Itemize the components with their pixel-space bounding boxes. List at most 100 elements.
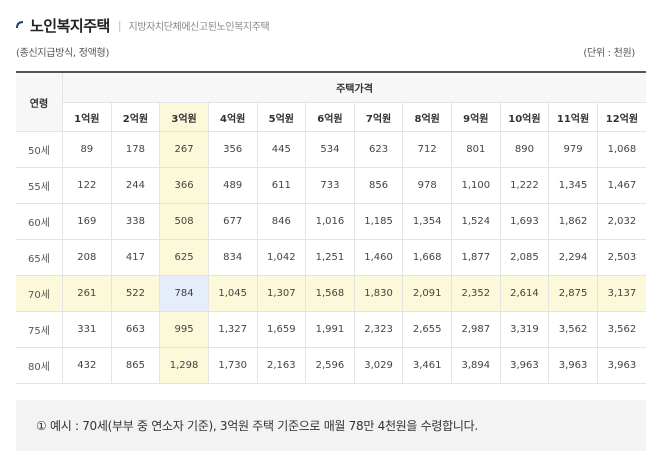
value-cell: 3,319: [499, 311, 550, 348]
value-cell: 1,460: [353, 239, 404, 276]
value-cell: 534: [305, 131, 355, 168]
value-cell: 663: [110, 311, 161, 348]
price-header: 1억원: [62, 102, 112, 132]
value-cell: 1,251: [305, 239, 355, 276]
value-cell: 1,068: [596, 131, 646, 168]
breadcrumb: 지방자치단체에신고된노인복지주택: [128, 21, 270, 33]
age-cell: 65세: [16, 239, 63, 276]
value-cell: 856: [353, 167, 404, 204]
value-cell: 1,830: [353, 275, 404, 312]
age-column-header: 연령: [16, 71, 63, 132]
value-cell: 267: [159, 131, 209, 168]
value-cell: 890: [499, 131, 550, 168]
price-header: 6억원: [305, 102, 355, 132]
value-cell: 3,963: [499, 347, 550, 384]
value-cell: 3,963: [596, 347, 646, 384]
table-row: 50세 89 178 267 356 445 534 623 712 801 890 979 1,068: [16, 131, 646, 168]
value-cell: 2,503: [596, 239, 646, 276]
value-cell: 1,467: [596, 167, 646, 204]
value-cell: 625: [159, 239, 209, 276]
value-cell: 122: [62, 167, 112, 204]
value-cell: 3,562: [548, 311, 598, 348]
value-cell: 2,091: [402, 275, 452, 312]
age-cell: 70세: [16, 275, 63, 312]
value-cell: 995: [159, 311, 209, 348]
value-cell: 712: [402, 131, 452, 168]
value-cell: 445: [256, 131, 307, 168]
value-cell: 2,655: [402, 311, 452, 348]
age-cell: 55세: [16, 167, 63, 204]
age-cell: 80세: [16, 347, 63, 384]
value-cell: 834: [207, 239, 258, 276]
payment-type-label: (종신지급방식, 정액형): [16, 48, 110, 59]
table-row: 75세 331 663 995 1,327 1,659 1,991 2,323 2,655 2,9…: [16, 311, 646, 348]
pension-table: 연령 주택가격 1억원 2억원 3억원 4억원 5억원 6억원 7억원 8억원 9억원 10억원 1…: [16, 71, 646, 384]
price-header: 5억원: [256, 102, 307, 132]
value-cell: 623: [353, 131, 404, 168]
value-cell: 2,352: [451, 275, 501, 312]
table-body: 50세 89 178 267 356 445 534 623 712 801 890 979 1,068…: [16, 131, 646, 384]
value-cell: 1,298: [159, 347, 209, 384]
price-header: 12억원: [596, 102, 646, 132]
value-cell: 2,323: [353, 311, 404, 348]
age-cell: 50세: [16, 131, 63, 168]
house-price-group-header: 주택가격: [62, 71, 646, 103]
price-header: 3억원: [159, 102, 209, 132]
value-cell: 2,163: [256, 347, 307, 384]
value-cell: 508: [159, 203, 209, 240]
value-cell: 1,042: [256, 239, 307, 276]
value-cell: 2,294: [548, 239, 598, 276]
value-cell: 1,730: [207, 347, 258, 384]
table-row: 60세 169 338 508 677 846 1,016 1,185 1,354 1,524 1,…: [16, 203, 646, 240]
value-cell: 1,185: [353, 203, 404, 240]
value-cell: 3,562: [596, 311, 646, 348]
value-cell: 1,045: [207, 275, 258, 312]
value-cell: 244: [110, 167, 161, 204]
value-cell: 2,614: [499, 275, 550, 312]
page-title: 노인복지주택: [30, 16, 110, 35]
value-cell: 178: [110, 131, 161, 168]
example-note-box: ① 예시 : 70세(부부 중 연소자 기준), 3억원 주택 기준으로 매월 …: [16, 400, 646, 451]
value-cell: 2,875: [548, 275, 598, 312]
value-cell: 979: [548, 131, 598, 168]
value-cell: 356: [207, 131, 258, 168]
value-cell: 1,524: [451, 203, 501, 240]
value-cell: 1,668: [402, 239, 452, 276]
value-cell: 432: [62, 347, 112, 384]
value-cell: 1,307: [256, 275, 307, 312]
value-cell: 3,894: [451, 347, 501, 384]
value-cell: 784: [159, 275, 209, 312]
example-note-text: ① 예시 : 70세(부부 중 연소자 기준), 3억원 주택 기준으로 매월 …: [36, 419, 478, 433]
value-cell: 1,354: [402, 203, 452, 240]
unit-label: (단위 : 천원): [583, 48, 635, 59]
value-cell: 489: [207, 167, 258, 204]
value-cell: 3,461: [402, 347, 452, 384]
table-row: 80세 432 865 1,298 1,730 2,163 2,596 3,029 3,461 3…: [16, 347, 646, 384]
price-header: 11억원: [548, 102, 598, 132]
value-cell: 846: [256, 203, 307, 240]
value-cell: 2,596: [305, 347, 355, 384]
value-cell: 366: [159, 167, 209, 204]
value-cell: 208: [62, 239, 112, 276]
value-cell: 1,568: [305, 275, 355, 312]
value-cell: 338: [110, 203, 161, 240]
price-header-row: 1억원 2억원 3억원 4억원 5억원 6억원 7억원 8억원 9억원 10억원 11억원 12억원: [16, 102, 646, 132]
value-cell: 611: [256, 167, 307, 204]
table-row: 65세 208 417 625 834 1,042 1,251 1,460 1,668 1,877…: [16, 239, 646, 276]
title-separator: |: [117, 18, 122, 32]
value-cell: 1,877: [451, 239, 501, 276]
value-cell: 417: [110, 239, 161, 276]
price-header: 7억원: [353, 102, 404, 132]
title-arc-icon: [16, 20, 24, 30]
value-cell: 3,029: [353, 347, 404, 384]
price-header: 2억원: [110, 102, 161, 132]
value-cell: 261: [62, 275, 112, 312]
value-cell: 2,987: [451, 311, 501, 348]
price-header: 4억원: [207, 102, 258, 132]
price-header: 9억원: [451, 102, 501, 132]
value-cell: 331: [62, 311, 112, 348]
value-cell: 1,862: [548, 203, 598, 240]
value-cell: 2,085: [499, 239, 550, 276]
price-header: 10억원: [499, 102, 550, 132]
value-cell: 3,963: [548, 347, 598, 384]
